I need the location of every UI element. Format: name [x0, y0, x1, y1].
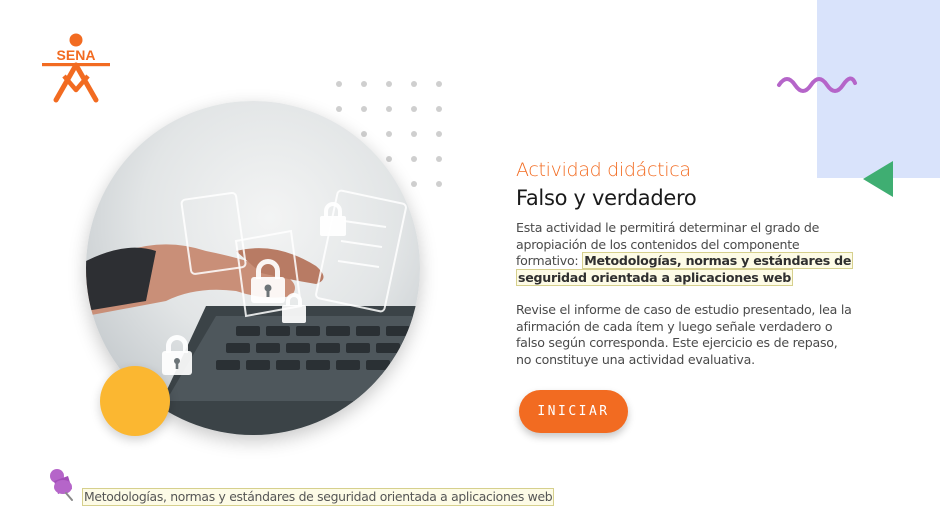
activity-title: Falso y verdadero: [516, 186, 697, 210]
triangle-decoration: [863, 161, 893, 197]
footer-component-label: Metodologías, normas y estándares de seg…: [82, 488, 555, 506]
sena-logo: SENA: [42, 33, 110, 103]
instructions-paragraph: Revise el informe de caso de estudio pre…: [516, 302, 852, 367]
wave-decoration: [777, 76, 857, 93]
activity-description: Actividad didáctica Falso y verdadero Es…: [516, 158, 854, 368]
intro-paragraph: Esta actividad le permitirá determinar e…: [516, 220, 854, 286]
pushpin-icon: [50, 469, 73, 501]
yellow-circle-decoration: [100, 366, 170, 436]
activity-kicker: Actividad didáctica: [516, 159, 691, 181]
start-button[interactable]: INICIAR: [519, 390, 628, 433]
svg-text:SENA: SENA: [57, 47, 96, 63]
